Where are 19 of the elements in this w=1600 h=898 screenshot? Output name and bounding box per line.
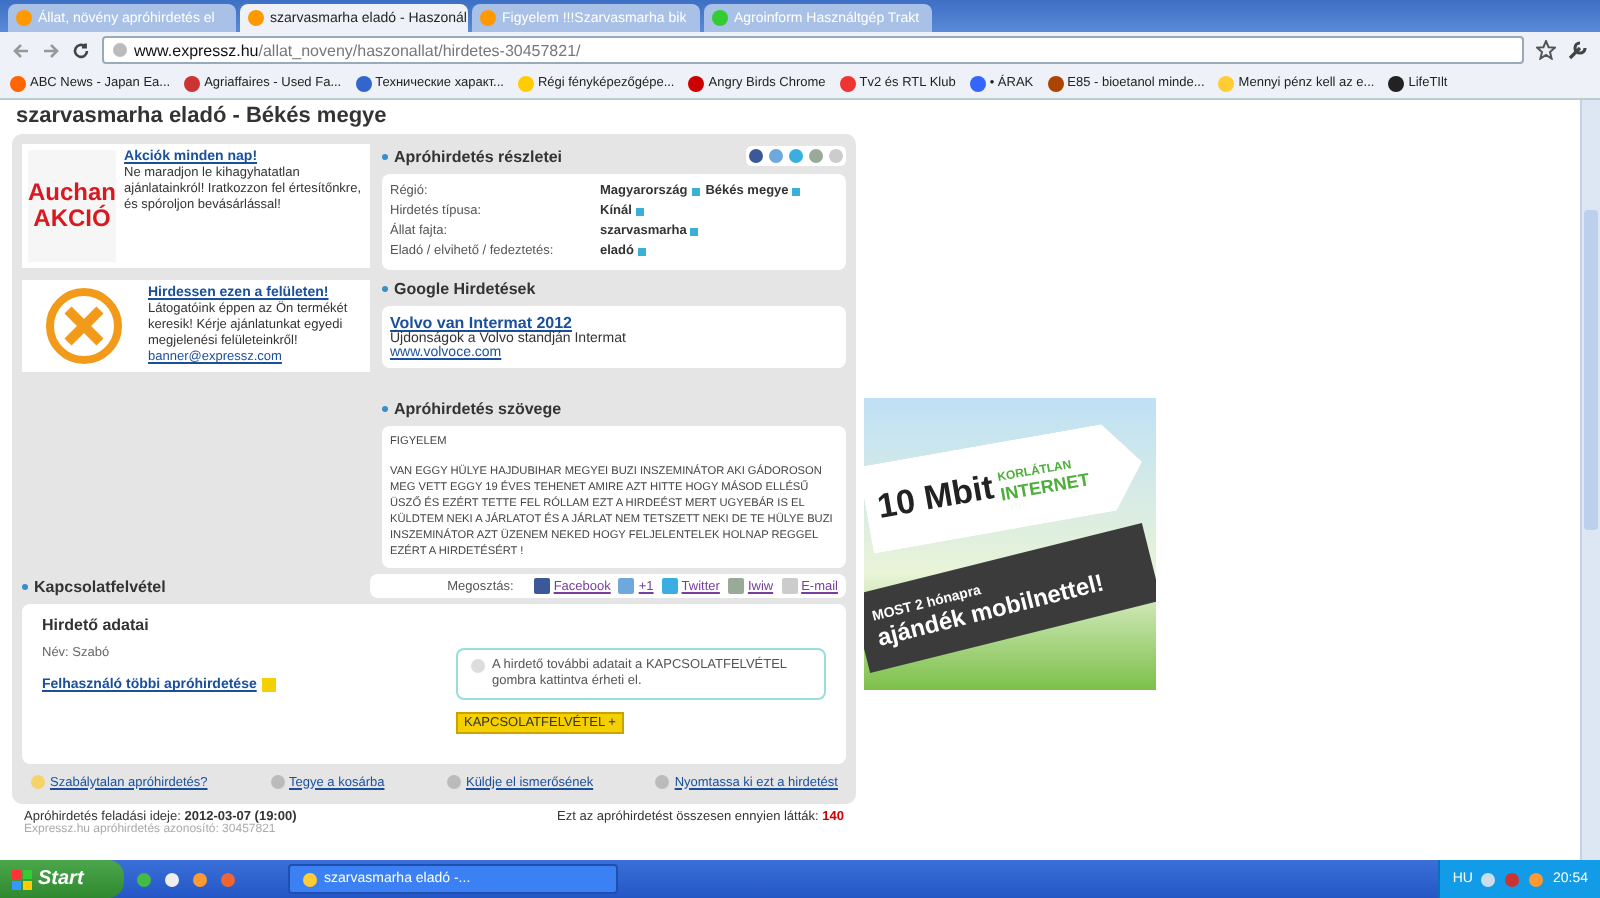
star-icon[interactable] — [1536, 40, 1556, 60]
page-title: szarvasmarha eladó - Békés megye — [16, 104, 389, 128]
scrollbar[interactable] — [1580, 100, 1600, 860]
section-title: Kapcsolatfelvétel — [22, 577, 166, 595]
back-icon[interactable] — [12, 41, 30, 59]
card-title: Hirdető adatai — [42, 616, 151, 634]
address-bar[interactable]: www.expressz.hu/allat_noveny/haszonallat/hirdetes-30457821/ — [102, 36, 1524, 64]
start-button[interactable]: Start — [0, 860, 124, 898]
store-logo: Auchan AKCIÓ — [28, 150, 117, 262]
reload-icon[interactable] — [72, 41, 90, 59]
forward-icon[interactable] — [42, 41, 60, 59]
x-logo-icon — [44, 286, 124, 366]
windows-logo-icon — [12, 869, 32, 889]
wrench-icon[interactable] — [1568, 40, 1588, 60]
section-title: Google Hirdetések — [382, 279, 536, 297]
section-title: Apróhirdetés szövege — [382, 399, 562, 417]
ad-title-link[interactable]: Volvo van Intermat 2012 — [390, 314, 838, 332]
section-title: Apróhirdetés részletei — [382, 147, 563, 165]
arrow-square-icon — [262, 678, 277, 692]
